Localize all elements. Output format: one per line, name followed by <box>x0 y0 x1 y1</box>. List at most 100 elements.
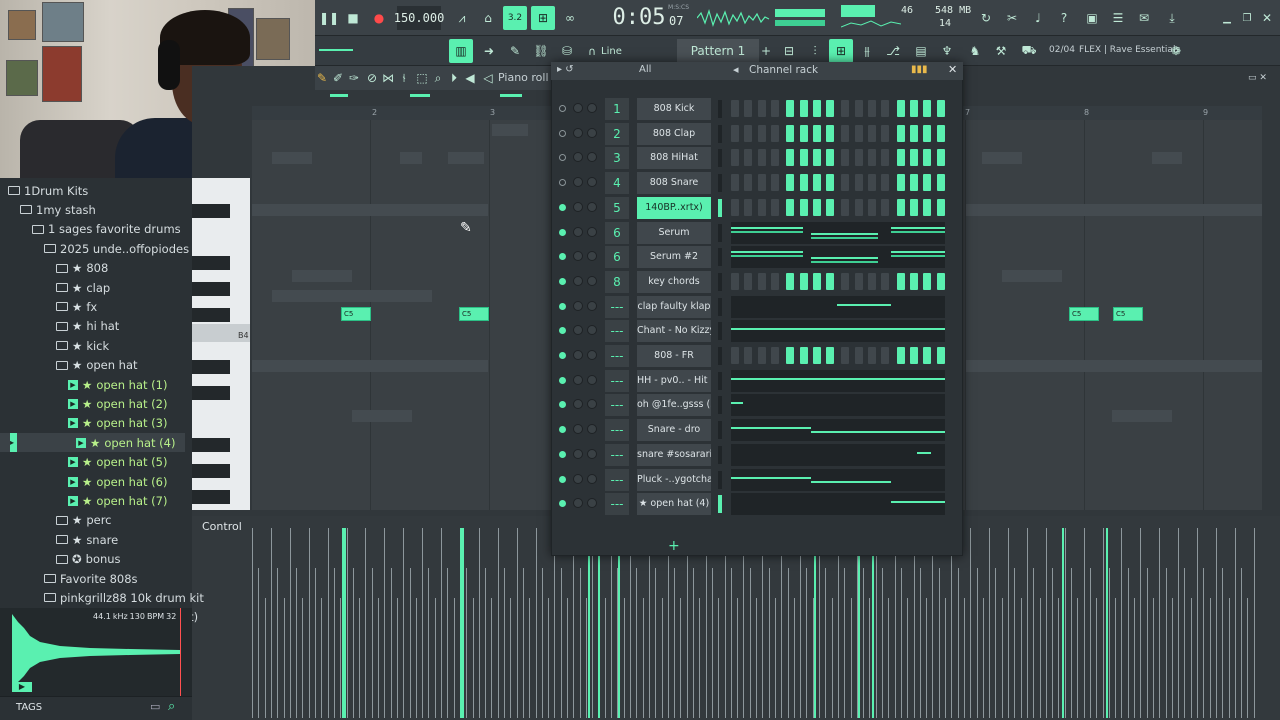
velocity-bar[interactable] <box>699 598 701 718</box>
pan-knob[interactable] <box>573 374 583 385</box>
volume-knob[interactable] <box>587 201 597 212</box>
channel-mute-led[interactable] <box>559 352 566 359</box>
pan-knob[interactable] <box>573 300 583 311</box>
pan-knob[interactable] <box>573 226 583 237</box>
velocity-bar[interactable] <box>1152 598 1154 718</box>
velocity-bar[interactable] <box>882 568 883 718</box>
slice-tool-icon[interactable]: ⫮ <box>397 66 411 90</box>
velocity-bar[interactable] <box>1115 598 1117 718</box>
volume-knob[interactable] <box>587 374 597 385</box>
velocity-bar[interactable] <box>535 528 537 718</box>
speaker-icon[interactable]: ◀ <box>463 66 477 90</box>
black-key[interactable] <box>192 386 230 400</box>
step-button[interactable] <box>757 174 766 192</box>
black-key[interactable] <box>192 464 230 478</box>
channel-name-button[interactable]: Chant - No Kizzy <box>637 320 711 343</box>
pan-knob[interactable] <box>573 325 583 336</box>
step-button[interactable] <box>744 149 753 167</box>
preset-name[interactable]: FLEX | Rave Essentials <box>1079 45 1180 55</box>
step-button[interactable] <box>786 149 795 167</box>
velocity-bar[interactable] <box>636 568 638 718</box>
channel-select-meter[interactable] <box>718 198 722 217</box>
step-button[interactable] <box>936 100 945 117</box>
velocity-bar[interactable] <box>554 528 556 718</box>
channel-select-meter[interactable] <box>718 396 722 415</box>
plugin-icon[interactable]: ⎇ <box>883 39 903 63</box>
pan-knob[interactable] <box>573 448 583 459</box>
velocity-bar[interactable] <box>1058 598 1060 718</box>
volume-knob[interactable] <box>587 177 597 188</box>
brush-tool-icon[interactable]: ✐ <box>331 66 345 90</box>
velocity-bar[interactable] <box>472 598 474 718</box>
step-button[interactable] <box>757 100 766 117</box>
velocity-bar[interactable] <box>541 568 543 718</box>
step-button[interactable] <box>826 198 835 216</box>
volume-knob[interactable] <box>587 226 597 237</box>
preview-play-icon[interactable]: ▶ <box>12 682 32 692</box>
step-button[interactable] <box>770 198 779 216</box>
velocity-bar[interactable] <box>919 568 921 718</box>
mixer-track-number[interactable]: --- <box>605 443 629 466</box>
velocity-bar[interactable] <box>648 528 650 718</box>
step-button[interactable] <box>799 124 808 142</box>
velocity-bar[interactable] <box>585 598 587 718</box>
step-button[interactable] <box>757 198 766 216</box>
pr-window-buttons[interactable]: ▭ ✕ <box>1248 73 1267 83</box>
pan-knob[interactable] <box>573 152 583 163</box>
channel-row[interactable]: --- 808 - FR <box>555 345 960 367</box>
velocity-bar[interactable] <box>308 528 310 718</box>
step-button[interactable] <box>812 100 821 117</box>
step-button[interactable] <box>923 174 932 192</box>
step-button[interactable] <box>799 198 808 216</box>
channel-select-meter[interactable] <box>718 297 722 316</box>
pan-knob[interactable] <box>573 251 583 262</box>
velocity-bar[interactable] <box>718 598 720 718</box>
cut-icon[interactable]: ✂ <box>1001 6 1023 30</box>
velocity-bar[interactable] <box>1108 568 1110 718</box>
mixer-button[interactable]: ⫵ <box>857 39 877 63</box>
mic-icon[interactable]: ♩ <box>1027 6 1049 30</box>
step-button[interactable] <box>770 272 779 290</box>
velocity-bar-selected[interactable] <box>598 528 600 718</box>
piano-roll-play-icon[interactable]: ◁ <box>481 66 495 90</box>
velocity-bar[interactable] <box>1165 568 1167 718</box>
channel-mute-led[interactable] <box>559 450 566 458</box>
velocity-bar[interactable] <box>1001 598 1003 718</box>
channel-rack-button[interactable]: ⊞ <box>829 39 853 63</box>
velocity-bar[interactable] <box>1096 598 1098 718</box>
velocity-bar[interactable] <box>321 598 323 718</box>
channel-name-button[interactable]: 808 Clap <box>637 122 711 145</box>
velocity-bar[interactable] <box>1052 568 1054 718</box>
velocity-bar[interactable] <box>1020 598 1022 718</box>
tempo-display[interactable]: 150.000 <box>394 6 444 30</box>
velocity-bar[interactable] <box>1228 598 1230 718</box>
mixer-track-number[interactable]: --- <box>605 419 629 442</box>
channel-name-button[interactable]: snare #sosarari <box>637 443 711 466</box>
playlist-icon[interactable]: ⊟ <box>779 39 799 63</box>
download-icon[interactable]: ⤓ <box>1161 6 1183 30</box>
mixer-track-number[interactable]: 8 <box>605 270 629 293</box>
channel-mute-led[interactable] <box>559 277 566 285</box>
velocity-bar[interactable] <box>315 568 316 718</box>
velocity-bar[interactable] <box>567 598 568 718</box>
velocity-bar[interactable] <box>957 568 959 718</box>
channel-row[interactable]: 3 808 HiHat <box>555 147 960 170</box>
velocity-bar[interactable] <box>711 568 713 718</box>
channel-mute-led[interactable] <box>559 253 566 261</box>
velocity-bar[interactable] <box>938 568 940 718</box>
channel-name-button[interactable]: clap faulty klap <box>637 295 711 318</box>
step-button[interactable] <box>841 124 850 142</box>
velocity-bar[interactable] <box>1045 528 1047 718</box>
step-button[interactable] <box>936 124 945 142</box>
step-button[interactable] <box>896 124 905 142</box>
note[interactable]: C5 <box>459 307 489 321</box>
velocity-bar[interactable] <box>548 598 550 718</box>
channel-row[interactable]: 6 Serum #2 <box>555 246 960 269</box>
step-button[interactable] <box>757 149 766 167</box>
channel-select-meter[interactable] <box>718 495 722 514</box>
pan-knob[interactable] <box>573 498 583 509</box>
channel-row[interactable]: --- oh @1fe..gsss (3) <box>555 394 960 417</box>
pan-knob[interactable] <box>573 473 583 484</box>
step-button[interactable] <box>731 149 739 167</box>
plug-icon[interactable]: ♆ <box>937 39 957 63</box>
